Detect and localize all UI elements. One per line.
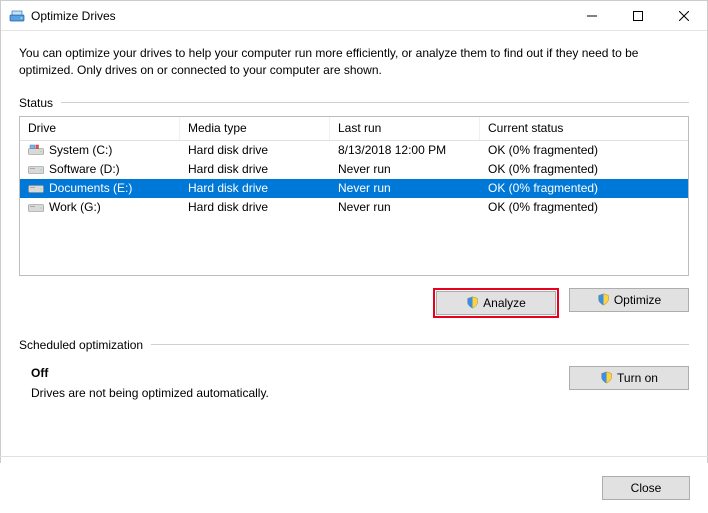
close-window-button[interactable] bbox=[661, 1, 707, 31]
drive-media: Hard disk drive bbox=[180, 162, 330, 176]
window-title: Optimize Drives bbox=[31, 9, 116, 23]
table-row[interactable]: Work (G:) Hard disk driveNever runOK (0% … bbox=[20, 198, 688, 217]
drives-list[interactable]: Drive Media type Last run Current status… bbox=[19, 116, 689, 276]
analyze-label: Analyze bbox=[483, 296, 526, 310]
table-row[interactable]: System (C:) Hard disk drive8/13/2018 12:0… bbox=[20, 141, 688, 160]
col-status[interactable]: Current status bbox=[480, 117, 688, 140]
drive-lastrun: 8/13/2018 12:00 PM bbox=[330, 143, 480, 157]
drive-lastrun: Never run bbox=[330, 162, 480, 176]
drive-name: Work (G:) bbox=[49, 200, 101, 214]
col-media[interactable]: Media type bbox=[180, 117, 330, 140]
app-icon bbox=[9, 8, 25, 24]
drive-icon bbox=[28, 163, 44, 175]
table-row[interactable]: Software (D:) Hard disk driveNever runOK … bbox=[20, 160, 688, 179]
drive-icon bbox=[28, 201, 44, 213]
turn-on-label: Turn on bbox=[617, 371, 658, 385]
drive-lastrun: Never run bbox=[330, 200, 480, 214]
sched-desc: Drives are not being optimized automatic… bbox=[31, 386, 569, 400]
status-section-label: Status bbox=[19, 96, 689, 110]
drive-status: OK (0% fragmented) bbox=[480, 162, 688, 176]
drive-icon bbox=[28, 182, 44, 194]
table-row[interactable]: Documents (E:) Hard disk driveNever runOK… bbox=[20, 179, 688, 198]
optimize-button[interactable]: Optimize bbox=[569, 288, 689, 312]
drive-media: Hard disk drive bbox=[180, 143, 330, 157]
sched-section-label: Scheduled optimization bbox=[19, 338, 689, 352]
intro-text: You can optimize your drives to help you… bbox=[19, 45, 689, 80]
drive-name: Documents (E:) bbox=[49, 181, 132, 195]
footer: Close bbox=[0, 463, 708, 513]
optimize-label: Optimize bbox=[614, 293, 661, 307]
sched-label-text: Scheduled optimization bbox=[19, 338, 151, 352]
shield-icon bbox=[466, 296, 479, 309]
drive-lastrun: Never run bbox=[330, 181, 480, 195]
shield-icon bbox=[597, 293, 610, 306]
analyze-highlight: Analyze bbox=[433, 288, 559, 318]
sched-status: Off bbox=[31, 366, 569, 380]
minimize-button[interactable] bbox=[569, 1, 615, 31]
drive-media: Hard disk drive bbox=[180, 181, 330, 195]
maximize-button[interactable] bbox=[615, 1, 661, 31]
status-label-text: Status bbox=[19, 96, 61, 110]
analyze-button[interactable]: Analyze bbox=[436, 291, 556, 315]
drive-name: System (C:) bbox=[49, 143, 112, 157]
drives-list-header: Drive Media type Last run Current status bbox=[20, 117, 688, 141]
drive-media: Hard disk drive bbox=[180, 200, 330, 214]
titlebar: Optimize Drives bbox=[1, 1, 707, 31]
footer-separator bbox=[0, 456, 708, 457]
col-drive[interactable]: Drive bbox=[20, 117, 180, 140]
close-button[interactable]: Close bbox=[602, 476, 690, 500]
drive-icon bbox=[28, 144, 44, 156]
drive-name: Software (D:) bbox=[49, 162, 120, 176]
drive-status: OK (0% fragmented) bbox=[480, 200, 688, 214]
turn-on-button[interactable]: Turn on bbox=[569, 366, 689, 390]
close-label: Close bbox=[631, 481, 662, 495]
drive-status: OK (0% fragmented) bbox=[480, 143, 688, 157]
shield-icon bbox=[600, 371, 613, 384]
drive-status: OK (0% fragmented) bbox=[480, 181, 688, 195]
col-lastrun[interactable]: Last run bbox=[330, 117, 480, 140]
